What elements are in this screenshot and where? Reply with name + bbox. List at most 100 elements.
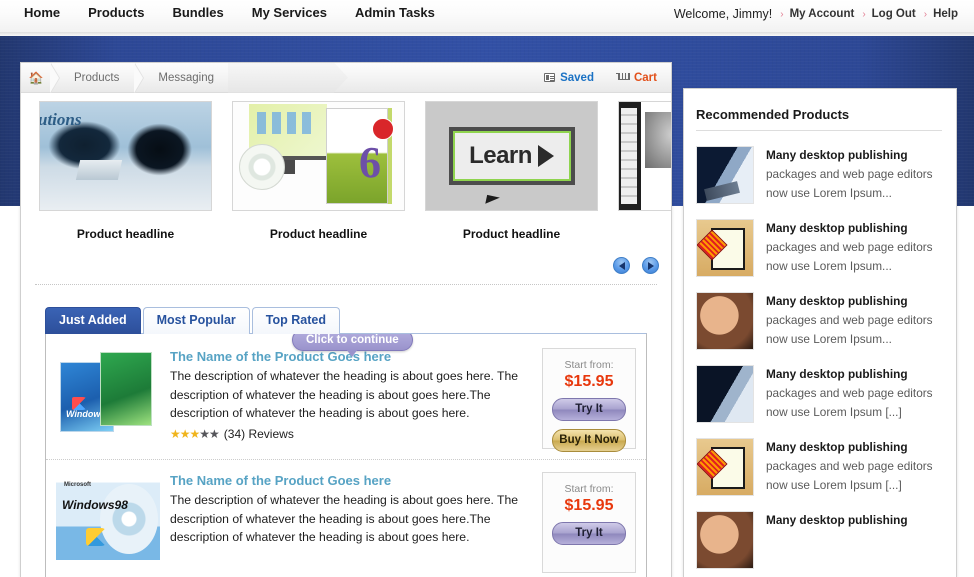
- recommended-text: Many desktop publishing packages and web…: [766, 146, 942, 204]
- recommended-line3: now use Lorem Ipsum [...]: [766, 405, 902, 419]
- primary-nav-links: Home Products Bundles My Services Admin …: [0, 0, 449, 24]
- chevron-right-icon: ›: [862, 8, 866, 20]
- recommended-line3: now use Lorem Ipsum...: [766, 259, 892, 273]
- recommended-thumbnail-document-icon[interactable]: [696, 219, 754, 277]
- carousel-caption: Product headline: [76, 227, 175, 241]
- recommended-line2: packages and web page editors: [766, 240, 933, 254]
- recommended-item[interactable]: Many desktop publishing: [696, 502, 942, 575]
- carousel-image-office-meeting[interactable]: [39, 101, 212, 211]
- product-description: The description of whatever the heading …: [170, 369, 519, 420]
- carousel-slide[interactable]: Product headline: [232, 101, 405, 241]
- welcome-message: Welcome, Jimmy!: [673, 7, 773, 21]
- start-from-label: Start from:: [564, 359, 614, 371]
- carousel-caption: Product headline: [269, 227, 368, 241]
- recommended-heading: Many desktop publishing: [766, 440, 908, 454]
- product-price: $15.95: [564, 497, 614, 514]
- cart-label: Cart: [633, 71, 657, 84]
- recommended-line2: packages and web page editors: [766, 386, 933, 400]
- main-content-card: 🏠 Products Messaging Saved Cart Product: [20, 62, 672, 577]
- product-title-link[interactable]: The Name of the Product Goes here: [170, 472, 391, 490]
- recommended-line2: packages and web page editors: [766, 167, 933, 181]
- recommended-thumbnail-hand-tablet[interactable]: [696, 146, 754, 204]
- product-price-box: Start from: $15.95 Try It: [542, 472, 636, 573]
- product-price: $15.95: [564, 373, 614, 390]
- recommended-line3: now use Lorem Ipsum...: [766, 332, 892, 346]
- nav-item-bundles[interactable]: Bundles: [158, 2, 237, 24]
- nav-item-help[interactable]: Help: [933, 8, 958, 20]
- nav-item-my-account[interactable]: My Account: [790, 8, 855, 20]
- recommended-text: Many desktop publishing packages and web…: [766, 292, 942, 350]
- recommended-item[interactable]: Many desktop publishing packages and web…: [696, 137, 942, 210]
- buy-it-now-button[interactable]: Buy It Now: [552, 429, 626, 452]
- chevron-right-icon: ›: [923, 8, 928, 20]
- product-row: Click to continue The Name of the Produc…: [46, 334, 646, 452]
- recommended-text: Many desktop publishing packages and web…: [766, 365, 942, 423]
- saved-link[interactable]: Saved: [544, 72, 594, 84]
- breadcrumb-tail: [228, 63, 348, 93]
- recommended-line3: now use Lorem Ipsum...: [766, 186, 892, 200]
- carousel-caption: Product headline: [462, 227, 561, 241]
- product-price-box: Start from: $15.95 Try It Buy It Now: [542, 348, 636, 452]
- carousel-slide[interactable]: Learn Product headline: [425, 101, 598, 241]
- tab-panel-just-added: Click to continue The Name of the Produc…: [45, 333, 647, 577]
- recommended-thumbnail-document-icon[interactable]: [696, 438, 754, 496]
- product-details: The Name of the Product Goes here The de…: [160, 472, 542, 573]
- carousel-slide[interactable]: Product headline: [39, 101, 212, 241]
- product-details: The Name of the Product Goes here The de…: [160, 348, 542, 449]
- account-nav: Welcome, Jimmy! › My Account › Log Out ›…: [674, 2, 974, 26]
- recommended-thumbnail-hand-tablet[interactable]: [696, 365, 754, 423]
- breadcrumb-separator: [50, 63, 60, 93]
- sidebar-divider: [696, 130, 942, 131]
- breadcrumb: 🏠 Products Messaging Saved Cart: [21, 63, 671, 93]
- recommended-heading: Many desktop publishing: [766, 294, 908, 308]
- recommended-heading: Many desktop publishing: [766, 148, 908, 162]
- breadcrumb-item-products[interactable]: Products: [60, 63, 135, 93]
- recommended-thumbnail-face-photo[interactable]: [696, 511, 754, 569]
- recommended-heading: Many desktop publishing: [766, 367, 908, 381]
- carousel-image-learn-button[interactable]: Learn: [425, 101, 598, 211]
- home-icon[interactable]: 🏠: [21, 72, 51, 84]
- recommended-item[interactable]: Many desktop publishing packages and web…: [696, 429, 942, 502]
- nav-item-products[interactable]: Products: [74, 2, 158, 24]
- carousel-navigation: [613, 257, 659, 274]
- try-it-button[interactable]: Try It: [552, 522, 626, 545]
- try-it-button[interactable]: Try It: [552, 398, 626, 421]
- recommended-line3: now use Lorem Ipsum [...]: [766, 478, 902, 492]
- tab-most-popular[interactable]: Most Popular: [142, 307, 250, 334]
- carousel-image-photoshop-box[interactable]: [618, 101, 671, 211]
- shopping-cart-icon: [615, 72, 630, 83]
- section-divider: [35, 284, 657, 285]
- top-navigation-bar: Home Products Bundles My Services Admin …: [0, 0, 974, 32]
- click-to-continue-tooltip: Click to continue: [292, 334, 413, 357]
- recommended-line2: packages and web page editors: [766, 459, 933, 473]
- carousel-prev-button[interactable]: [613, 257, 630, 274]
- carousel-slide-partial[interactable]: [618, 101, 671, 241]
- product-image-windows-xp[interactable]: [56, 348, 160, 436]
- product-image-windows-98[interactable]: Microsoft Windows98: [56, 472, 160, 560]
- breadcrumb-item-messaging[interactable]: Messaging: [144, 63, 230, 93]
- carousel-slides: Product headline Product headline Learn: [21, 101, 671, 241]
- mouse-cursor-icon: [485, 194, 508, 209]
- recommended-item[interactable]: Many desktop publishing packages and web…: [696, 210, 942, 283]
- recommended-text: Many desktop publishing packages and web…: [766, 438, 942, 496]
- product-carousel: Product headline Product headline Learn: [21, 93, 671, 278]
- nav-item-admin-tasks[interactable]: Admin Tasks: [341, 2, 449, 24]
- nav-item-my-services[interactable]: My Services: [238, 2, 341, 24]
- start-from-label: Start from:: [564, 483, 614, 495]
- nav-item-log-out[interactable]: Log Out: [872, 8, 916, 20]
- cart-link[interactable]: Cart: [615, 71, 657, 84]
- tab-just-added[interactable]: Just Added: [45, 307, 141, 334]
- recommended-item[interactable]: Many desktop publishing packages and web…: [696, 356, 942, 429]
- chevron-right-icon: ›: [780, 8, 784, 20]
- carousel-next-button[interactable]: [642, 257, 659, 274]
- tab-top-rated[interactable]: Top Rated: [251, 307, 340, 334]
- recommended-text: Many desktop publishing: [766, 511, 908, 569]
- recommended-thumbnail-face-photo[interactable]: [696, 292, 754, 350]
- nav-item-home[interactable]: Home: [0, 2, 74, 24]
- recommended-item[interactable]: Many desktop publishing packages and web…: [696, 283, 942, 356]
- recommended-text: Many desktop publishing packages and web…: [766, 219, 942, 277]
- carousel-image-smartdraw-box[interactable]: [232, 101, 405, 211]
- recommended-heading: Many desktop publishing: [766, 221, 908, 235]
- saved-list-icon: [544, 73, 556, 82]
- product-rating: ★★★★★ (34) Reviews: [170, 427, 532, 441]
